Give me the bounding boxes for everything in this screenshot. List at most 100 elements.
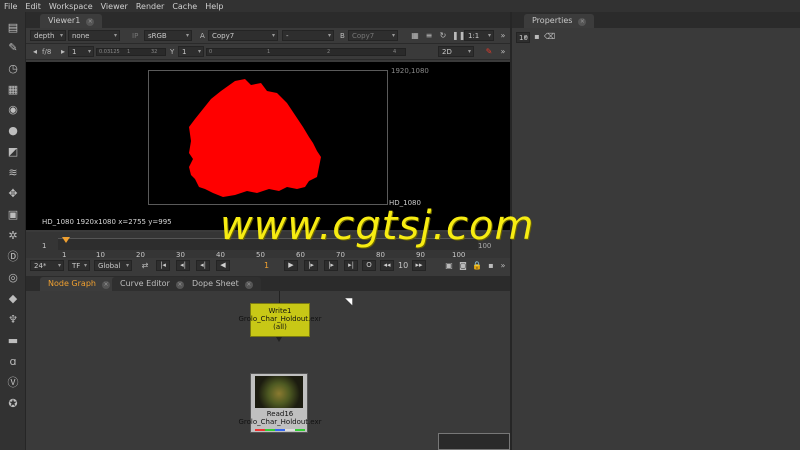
a-input-dropdown[interactable]: Copy7	[208, 30, 278, 41]
menu-workspace[interactable]: Workspace	[45, 2, 97, 11]
menu-bar: File Edit Workspace Viewer Render Cache …	[0, 0, 800, 12]
draw-tools-icon[interactable]: ✎	[5, 40, 21, 56]
expand-icon[interactable]: »	[498, 47, 508, 57]
tab-node-graph[interactable]: Node Graph ×	[40, 277, 118, 291]
flipbook-icon[interactable]: ▣	[444, 261, 454, 271]
write-node-channels: (all)	[273, 323, 287, 331]
next-keyframe-button[interactable]: |▸	[324, 260, 338, 271]
prev-frame-button[interactable]: ◂|	[196, 260, 210, 271]
clip-icon[interactable]: ≡	[424, 31, 434, 41]
last-frame-button[interactable]: ▸|	[344, 260, 358, 271]
pipe-top	[279, 291, 280, 303]
fstop-arrow-icon[interactable]: ▸	[58, 47, 68, 57]
tab-viewer1[interactable]: Viewer1 ×	[40, 14, 103, 28]
read-node-file: Grolo_Char_Holdout.exr	[238, 418, 322, 426]
properties-panel: 10 ▪ ⌫	[512, 28, 800, 450]
particles-tools-icon[interactable]: ✲	[5, 228, 21, 244]
close-icon[interactable]: ×	[86, 18, 95, 26]
toolsets-icon[interactable]: ♆	[5, 312, 21, 328]
fstop-toggle-icon[interactable]: ◂	[30, 47, 40, 57]
pause-icon[interactable]: ❚❚	[452, 31, 465, 41]
3d-tools-icon[interactable]: ▣	[5, 207, 21, 223]
skip-back-button[interactable]: ◂◂	[380, 260, 394, 271]
colorspace-dropdown[interactable]: sRGB	[144, 30, 192, 41]
bounce-icon[interactable]: ⇄	[140, 261, 150, 271]
roi-icon[interactable]: ▦	[410, 31, 420, 41]
menu-render[interactable]: Render	[132, 2, 168, 11]
ip-toggle[interactable]: IP	[132, 31, 138, 42]
menu-help[interactable]: Help	[201, 2, 227, 11]
other-tools-icon[interactable]: ▬	[5, 333, 21, 349]
close-icon[interactable]: ×	[101, 281, 110, 289]
view-mode-dropdown[interactable]: 2D	[438, 46, 474, 57]
plugins-tools-icon[interactable]: ✪	[5, 396, 21, 412]
fps-dropdown[interactable]: 24*	[30, 260, 64, 271]
transform-tools-icon[interactable]: ✥	[5, 186, 21, 202]
menu-edit[interactable]: Edit	[21, 2, 45, 11]
prev-keyframe-button[interactable]: ◂|	[176, 260, 190, 271]
playback-controls: 24* TF Global ⇄ |◂ ◂| ◂| ◀ 1 ▶ |▸ |▸ ▸| …	[26, 258, 510, 274]
refresh-icon[interactable]: ↻	[438, 31, 448, 41]
mini-map[interactable]	[438, 433, 510, 450]
range-mode-dropdown[interactable]: Global	[94, 260, 132, 271]
time-tools-icon[interactable]: ◷	[5, 61, 21, 77]
furnace-tools-icon[interactable]: ɑ	[5, 354, 21, 370]
menu-file[interactable]: File	[0, 2, 21, 11]
color-tools-icon[interactable]: ◉	[5, 102, 21, 118]
tab-dope-sheet[interactable]: Dope Sheet ×	[184, 277, 261, 291]
expand-icon[interactable]: »	[498, 31, 508, 41]
gain-input[interactable]: 1	[68, 46, 94, 57]
playhead-marker[interactable]	[62, 237, 70, 243]
channel-sub-dropdown[interactable]: none	[68, 30, 120, 41]
close-icon[interactable]: ×	[578, 18, 587, 26]
paint-icon[interactable]: ✎	[484, 47, 494, 57]
tab-curve-editor[interactable]: Curve Editor ×	[112, 277, 192, 291]
menu-viewer[interactable]: Viewer	[97, 2, 132, 11]
fstop-value[interactable]: f/8	[42, 47, 51, 58]
gamma-slider[interactable]: 0 1 2 4	[206, 48, 406, 56]
expand-icon[interactable]: »	[498, 261, 508, 271]
a-input-label: A	[200, 32, 205, 40]
close-icon[interactable]: ×	[175, 281, 184, 289]
current-frame-input[interactable]: 1	[264, 261, 269, 270]
next-frame-button[interactable]: |▸	[304, 260, 318, 271]
gain-slider[interactable]: 0.03125 1 32	[96, 48, 166, 56]
gamma-tick-2: 2	[327, 49, 331, 55]
render-icon[interactable]: ◙	[458, 261, 468, 271]
deep-tools-icon[interactable]: Ⓓ	[5, 249, 21, 265]
zoom-dropdown[interactable]: 1:1	[464, 30, 494, 41]
node-graph-canvas[interactable]: Write1 Grolo_Char_Holdout.exr (all) Read…	[26, 291, 510, 450]
timeline-start-input[interactable]: 1	[42, 242, 46, 250]
keyer-tools-icon[interactable]: ◩	[5, 144, 21, 160]
wipe-dropdown[interactable]: -	[282, 30, 334, 41]
ocula-tools-icon[interactable]: Ⓥ	[5, 375, 21, 391]
play-backward-button[interactable]: ◀	[216, 260, 230, 271]
menu-cache[interactable]: Cache	[168, 2, 201, 11]
loop-button[interactable]: O	[362, 260, 376, 271]
read-node[interactable]: Read16 Grolo_Char_Holdout.exr	[239, 373, 321, 433]
clear-panels-icon[interactable]: ⌫	[544, 32, 555, 42]
write-node[interactable]: Write1 Grolo_Char_Holdout.exr (all)	[239, 303, 321, 337]
max-panels-input[interactable]: 10	[516, 32, 530, 43]
filter-tools-icon[interactable]: ●	[5, 123, 21, 139]
views-tools-icon[interactable]: ◎	[5, 270, 21, 286]
close-icon[interactable]: ×	[244, 281, 253, 289]
merge-tools-icon[interactable]: ≋	[5, 165, 21, 181]
image-tools-icon[interactable]: ▤	[5, 20, 21, 36]
channels-dropdown[interactable]: depth	[30, 30, 66, 41]
first-frame-button[interactable]: |◂	[156, 260, 170, 271]
metadata-tools-icon[interactable]: ◆	[5, 291, 21, 307]
play-forward-button[interactable]: ▶	[284, 260, 298, 271]
skip-forward-button[interactable]: ▸▸	[412, 260, 426, 271]
gain-tick-min: 0.03125	[99, 49, 120, 55]
step-input[interactable]: 10	[398, 261, 408, 270]
lock-icon[interactable]: ▪	[532, 32, 542, 42]
tf-dropdown[interactable]: TF	[68, 260, 90, 271]
b-input-dropdown[interactable]: Copy7	[348, 30, 398, 41]
viewer-controls-row2: ◂ f/8 ▸ 1 0.03125 1 32 Y 1 0 1 2 4 2D ✎ …	[26, 44, 510, 60]
channel-tools-icon[interactable]: ▦	[5, 82, 21, 98]
monitor-icon[interactable]: ▪	[486, 261, 496, 271]
lock-icon[interactable]: 🔒	[472, 261, 482, 271]
gamma-input[interactable]: 1	[178, 46, 204, 57]
tab-properties[interactable]: Properties ×	[524, 14, 595, 28]
